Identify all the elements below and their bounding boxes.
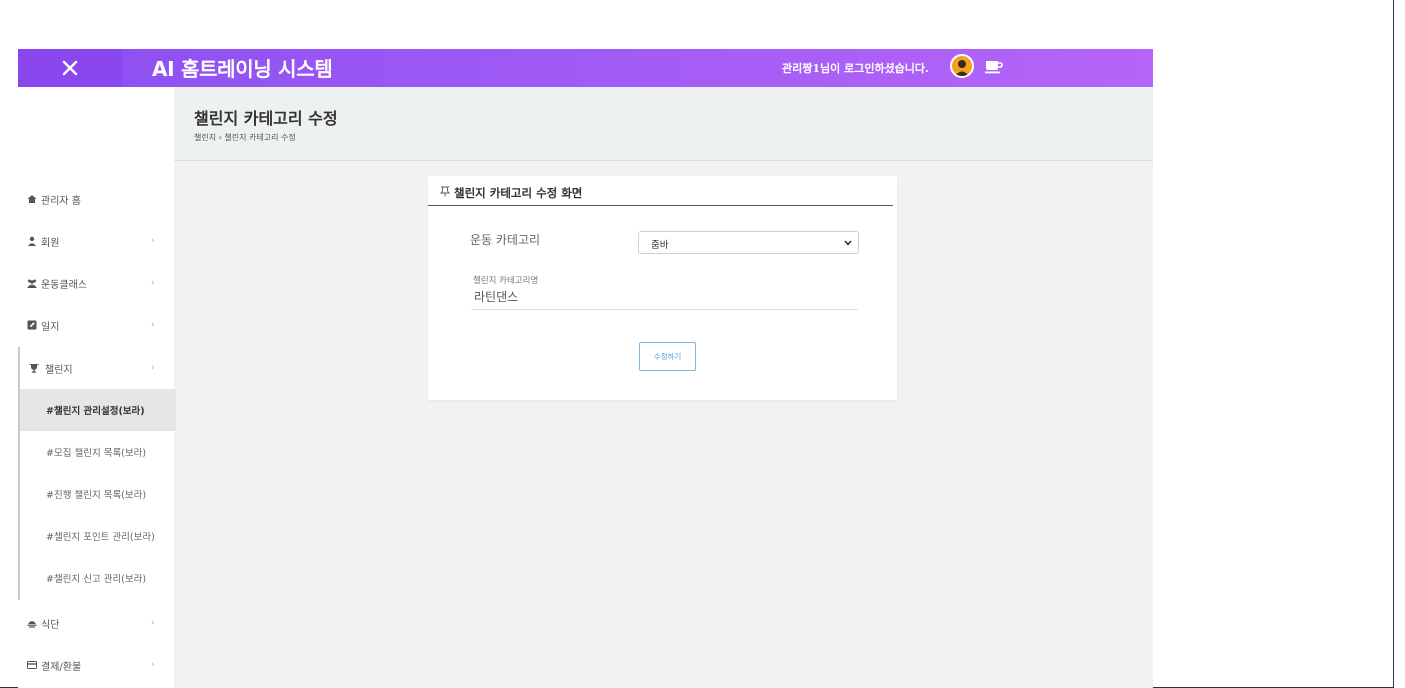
close-button[interactable] xyxy=(18,49,122,87)
app-window: AI 홈트레이닝 시스템 관리짱1님이 로그인하셨습니다. 챌린지 카테고리 수… xyxy=(18,49,1153,688)
sub-item-challenge-reports[interactable]: #챌린지 신고 관리(보라) xyxy=(20,557,176,599)
breadcrumb-item-current: 챌린지 카테고리 수정 xyxy=(224,133,296,142)
category-select[interactable]: 줌바 xyxy=(638,231,859,254)
sub-item-challenge-settings[interactable]: #챌린지 관리설정(보라) xyxy=(20,389,176,431)
sidebar-item-label: 관리자 홈 xyxy=(41,195,81,207)
breadcrumb-separator: › xyxy=(218,133,222,142)
sidebar-item-member[interactable]: 회원 › xyxy=(18,220,174,262)
sidebar-item-label: 식단 xyxy=(41,619,60,631)
breadcrumb: 챌린지 › 챌린지 카테고리 수정 xyxy=(194,132,296,143)
sidebar-item-label: 일지 xyxy=(41,321,60,333)
group-icon xyxy=(27,279,37,288)
category-name-value: 라틴댄스 xyxy=(474,290,519,304)
chevron-right-icon: › xyxy=(151,320,155,330)
home-icon xyxy=(27,195,37,203)
page-frame-right xyxy=(1393,0,1394,688)
edit-category-card: 챌린지 카테고리 수정 화면 운동 카테고리 줌바 챌린지 카테고리명 라틴댄스… xyxy=(428,176,897,400)
login-message: 관리짱1님이 로그인하셨습니다. xyxy=(782,62,929,75)
category-label: 운동 카테고리 xyxy=(470,233,541,247)
sub-item-challenge-points[interactable]: #챌린지 포인트 관리(보라) xyxy=(20,515,176,557)
sidebar-item-admin-home[interactable]: 관리자 홈 xyxy=(18,178,174,220)
chevron-right-icon: › xyxy=(151,236,155,246)
sidebar-item-label: 결제/환불 xyxy=(41,661,82,673)
breadcrumb-item-challenge[interactable]: 챌린지 xyxy=(194,132,216,143)
chevron-right-icon: › xyxy=(151,660,155,670)
sub-item-label: #진행 챌린지 목록(보라) xyxy=(46,490,147,501)
sub-item-recruit-challenge-list[interactable]: #모집 챌린지 목록(보라) xyxy=(20,431,176,473)
sidebar-item-diet[interactable]: 식단 › xyxy=(18,602,174,644)
sub-item-ongoing-challenge-list[interactable]: #진행 챌린지 목록(보라) xyxy=(20,473,176,515)
brand-title[interactable]: AI 홈트레이닝 시스템 xyxy=(152,53,333,82)
page-title: 챌린지 카테고리 수정 xyxy=(194,109,338,128)
sidebar-item-challenge[interactable]: 챌린지 › xyxy=(18,347,174,389)
pin-icon xyxy=(440,186,450,197)
chevron-right-icon: › xyxy=(151,363,155,373)
trophy-icon xyxy=(29,364,39,373)
sidebar: 관리자 홈 회원 › 운동클래스 › 일지 › 챌린지 › #챌린지 관리설정(… xyxy=(18,87,176,688)
edit-icon xyxy=(27,320,37,330)
chevron-right-icon: › xyxy=(151,618,155,628)
category-name-input[interactable]: 라틴댄스 xyxy=(471,285,858,310)
chevron-right-icon: › xyxy=(151,278,155,288)
food-icon xyxy=(27,621,37,628)
sidebar-item-label: 챌린지 xyxy=(45,364,73,376)
sidebar-item-payment-refund[interactable]: 결제/환불 › xyxy=(18,644,174,686)
sub-item-label: #모집 챌린지 목록(보라) xyxy=(46,448,147,459)
page-header: 챌린지 카테고리 수정 챌린지 › 챌린지 카테고리 수정 xyxy=(174,87,1153,161)
user-icon xyxy=(28,236,36,246)
chevron-down-icon xyxy=(844,240,852,246)
category-selected-value: 줌바 xyxy=(651,240,669,251)
sidebar-item-label: 운동클래스 xyxy=(41,279,87,291)
card-header: 챌린지 카테고리 수정 화면 xyxy=(428,176,893,206)
card-title: 챌린지 카테고리 수정 화면 xyxy=(454,186,583,200)
sub-item-label: #챌린지 관리설정(보라) xyxy=(46,406,145,417)
top-header: AI 홈트레이닝 시스템 관리짱1님이 로그인하셨습니다. xyxy=(18,49,1153,87)
sub-item-label: #챌린지 신고 관리(보라) xyxy=(46,574,147,585)
close-icon xyxy=(62,60,78,76)
sub-item-label: #챌린지 포인트 관리(보라) xyxy=(46,532,155,543)
submit-edit-button[interactable]: 수정하기 xyxy=(639,342,696,371)
sidebar-item-exercise-class[interactable]: 운동클래스 › xyxy=(18,262,174,304)
challenge-menu-group: 챌린지 › #챌린지 관리설정(보라) #모집 챌린지 목록(보라) #진행 챌… xyxy=(18,347,176,600)
sidebar-item-label: 회원 xyxy=(41,237,60,249)
avatar-icon[interactable] xyxy=(950,54,974,78)
coffee-cup-icon[interactable] xyxy=(985,59,1003,74)
sidebar-item-journal[interactable]: 일지 › xyxy=(18,304,174,346)
credit-card-icon xyxy=(27,661,37,669)
